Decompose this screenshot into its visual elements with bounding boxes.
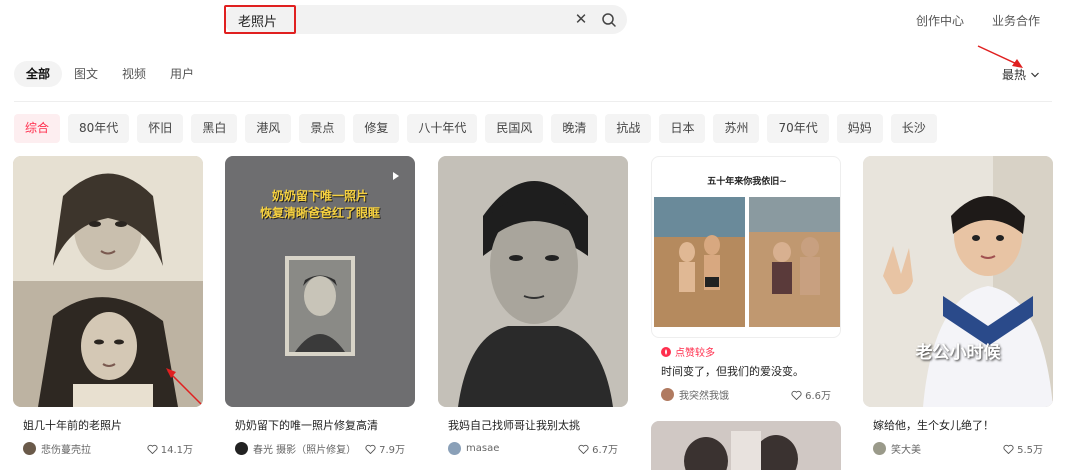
chip-70s[interactable]: 70年代 (767, 114, 829, 143)
card-author[interactable]: 春光 摄影（照片修复） (235, 441, 356, 456)
heart-icon (147, 444, 158, 454)
note-card[interactable]: 奶奶留下唯一照片 恢复清晰爸爸红了眼眶 奶奶留下的唯一照片修复高清 春光 摄影（… (225, 156, 415, 456)
chip-republic-style[interactable]: 民国风 (485, 114, 544, 143)
card-overlay-text: 老公小时候 (915, 343, 1001, 363)
heart-icon (791, 390, 802, 400)
search-bar[interactable]: 老照片 ✕ (224, 5, 627, 34)
like-button[interactable]: 6.7万 (578, 441, 618, 456)
tab-video[interactable]: 视频 (110, 61, 158, 87)
card-author[interactable]: masae (448, 442, 499, 455)
card-meta: masae 6.7万 (438, 441, 628, 456)
chevron-down-icon (1031, 72, 1039, 77)
card-title[interactable]: 姐几十年前的老照片 (13, 417, 203, 433)
card-overlay-text: 奶奶留下唯一照片 恢复清晰爸爸红了眼眶 (259, 189, 380, 220)
note-card[interactable]: 姐几十年前的老照片 悲伤蔓壳拉 14.1万 (13, 156, 203, 456)
card-title[interactable]: 嫁给他，生个女儿绝了！ (863, 417, 1053, 433)
card-title[interactable]: 我妈自己找师哥让我别太挑 (438, 417, 628, 433)
like-count: 6.6万 (805, 391, 831, 402)
creator-center-link[interactable]: 创作中心 (916, 12, 964, 29)
card-meta: 笑大美 5.5万 (863, 441, 1053, 456)
chip-80s[interactable]: 80年代 (68, 114, 130, 143)
avatar (23, 442, 36, 455)
card-image[interactable]: 老公小时候 (863, 156, 1053, 407)
tab-notes[interactable]: 图文 (62, 61, 110, 87)
avatar (235, 442, 248, 455)
card-author[interactable]: 我突然我饿 (661, 387, 729, 402)
clear-icon[interactable]: ✕ (572, 10, 590, 28)
fire-icon (661, 346, 671, 357)
chip-comprehensive[interactable]: 综合 (14, 114, 61, 143)
divider (14, 101, 1052, 102)
card-meta: 春光 摄影（照片修复） 7.9万 (225, 441, 415, 456)
chip-eighties[interactable]: 八十年代 (407, 114, 478, 143)
card-meta: 我突然我饿 6.6万 (651, 387, 841, 402)
like-count: 5.5万 (1017, 445, 1043, 456)
chip-suzhou[interactable]: 苏州 (713, 114, 760, 143)
chip-late-qing[interactable]: 晚清 (551, 114, 598, 143)
card-image[interactable]: 奶奶留下唯一照片 恢复清晰爸爸红了眼眶 (225, 156, 415, 407)
like-count: 14.1万 (160, 445, 193, 456)
search-input[interactable]: 老照片 (238, 11, 277, 30)
author-name: 春光 摄影（照片修复） (253, 445, 357, 456)
heart-icon (365, 444, 376, 454)
avatar (448, 442, 461, 455)
note-card[interactable]: 五十年来你我依旧~ 点赞较多 时间变了，但我们的爱没变。 我突然我饿 6.6万 (651, 156, 841, 402)
like-button[interactable]: 7.9万 (365, 441, 405, 456)
author-name: 笑大美 (891, 445, 921, 456)
chip-black-white[interactable]: 黑白 (191, 114, 238, 143)
card-image[interactable]: 五十年来你我依旧~ (651, 156, 841, 338)
business-link[interactable]: 业务合作 (992, 12, 1040, 29)
tab-all[interactable]: 全部 (14, 61, 63, 87)
card-image[interactable] (651, 421, 841, 470)
like-count: 7.9万 (379, 445, 405, 456)
card-author[interactable]: 悲伤蔓壳拉 (23, 441, 91, 456)
sort-dropdown[interactable]: 最热 (1002, 66, 1040, 83)
like-button[interactable]: 14.1万 (147, 441, 193, 456)
badge-label: 点赞较多 (675, 348, 715, 359)
chip-scenic[interactable]: 景点 (299, 114, 346, 143)
chip-hk-style[interactable]: 港风 (245, 114, 292, 143)
card-image[interactable] (438, 156, 628, 407)
chip-changsha[interactable]: 长沙 (890, 114, 937, 143)
card-title[interactable]: 奶奶留下的唯一照片修复高清 (225, 417, 415, 433)
card-author[interactable]: 笑大美 (873, 441, 921, 456)
hot-badge: 点赞较多 (651, 338, 841, 359)
search-icon[interactable] (601, 12, 617, 28)
avatar (873, 442, 886, 455)
filter-chips: 综合 80年代 怀旧 黑白 港风 景点 修复 八十年代 民国风 晚清 抗战 日本… (14, 114, 937, 143)
heart-icon (1003, 444, 1014, 454)
tab-users[interactable]: 用户 (158, 61, 206, 87)
author-name: 我突然我饿 (679, 391, 729, 402)
like-button[interactable]: 6.6万 (791, 387, 831, 402)
sort-label: 最热 (1001, 68, 1026, 82)
author-name: 悲伤蔓壳拉 (41, 445, 91, 456)
chip-restore[interactable]: 修复 (353, 114, 400, 143)
card-title[interactable]: 时间变了，但我们的爱没变。 (651, 359, 841, 379)
chip-war[interactable]: 抗战 (605, 114, 652, 143)
chip-japan[interactable]: 日本 (659, 114, 706, 143)
card-image[interactable] (13, 156, 203, 407)
content-tabs: 全部 图文 视频 用户 (14, 61, 206, 87)
like-button[interactable]: 5.5万 (1003, 441, 1043, 456)
card-meta: 悲伤蔓壳拉 14.1万 (13, 441, 203, 456)
top-nav: 创作中心 业务合作 (916, 12, 1040, 29)
note-card[interactable]: 我妈自己找师哥让我别太挑 masae 6.7万 (438, 156, 628, 456)
author-name: masae (466, 443, 500, 454)
heart-icon (578, 444, 589, 454)
note-card[interactable]: 老公小时候 嫁给他，生个女儿绝了！ 笑大美 5.5万 (863, 156, 1053, 456)
avatar (661, 388, 674, 401)
chip-nostalgia[interactable]: 怀旧 (137, 114, 184, 143)
note-card[interactable] (651, 421, 841, 470)
like-count: 6.7万 (592, 445, 618, 456)
chip-mom[interactable]: 妈妈 (836, 114, 883, 143)
